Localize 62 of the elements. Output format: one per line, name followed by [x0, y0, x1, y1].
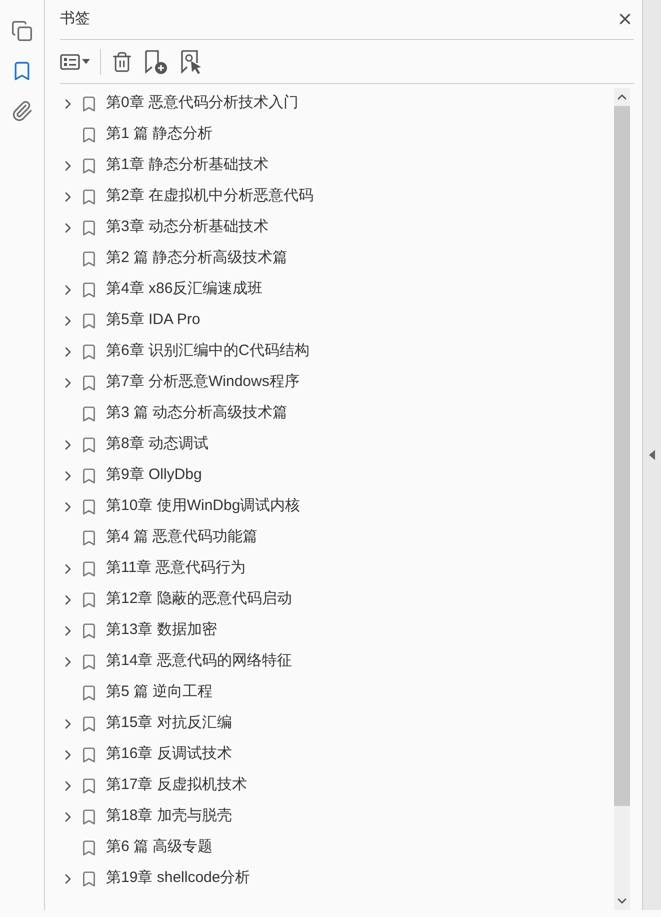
pages-icon[interactable]: [11, 20, 33, 42]
bookmark-icon: [80, 280, 98, 298]
bookmark-item[interactable]: 第4 篇 恶意代码功能篇: [106, 526, 258, 549]
bookmark-item[interactable]: 第7章 分析恶意Windows程序: [106, 371, 300, 394]
scrollbar-thumb[interactable]: [614, 106, 630, 806]
bookmark-icon: [80, 436, 98, 454]
add-bookmark-button[interactable]: [143, 48, 169, 74]
bookmark-icon: [80, 218, 98, 236]
bookmark-icon: [80, 870, 98, 888]
bookmark-item[interactable]: 第19章 shellcode分析: [106, 867, 250, 890]
bookmark-icon: [80, 528, 98, 546]
bookmark-item[interactable]: 第0章 恶意代码分析技术入门: [106, 92, 299, 115]
bookmark-item[interactable]: 第3章 动态分析基础技术: [106, 216, 269, 239]
options-menu-button[interactable]: [60, 54, 90, 70]
bookmark-icon: [80, 466, 98, 484]
bookmark-icon: [80, 312, 98, 330]
bookmark-icon: [80, 776, 98, 794]
bookmark-icon: [80, 94, 98, 112]
bookmark-item[interactable]: 第12章 隐蔽的恶意代码启动: [106, 588, 292, 611]
caret-icon: [82, 59, 90, 64]
bookmark-item[interactable]: 第5章 IDA Pro: [106, 309, 200, 332]
bookmark-item[interactable]: 第15章 对抗反汇编: [106, 712, 232, 735]
bookmark-icon: [80, 250, 98, 268]
bookmark-icon: [80, 188, 98, 206]
bookmark-item[interactable]: 第11章 恶意代码行为: [106, 557, 246, 580]
bookmark-icon: [80, 622, 98, 640]
bookmark-icon: [80, 156, 98, 174]
bookmark-icon: [80, 684, 98, 702]
bookmark-item[interactable]: 第4章 x86反汇编速成班: [106, 278, 263, 301]
bookmark-item[interactable]: 第1章 静态分析基础技术: [106, 154, 269, 177]
bookmark-item[interactable]: 第8章 动态调试: [106, 433, 209, 456]
bookmark-item[interactable]: 第10章 使用WinDbg调试内核: [106, 495, 300, 518]
bookmark-icon: [80, 590, 98, 608]
bookmark-item[interactable]: 第2 篇 静态分析高级技术篇: [106, 247, 288, 270]
bookmark-icon: [80, 498, 98, 516]
bookmark-icon: [80, 652, 98, 670]
bookmark-icon: [80, 838, 98, 856]
bookmark-icon: [80, 126, 98, 144]
collapse-arrow-icon[interactable]: [649, 450, 655, 460]
bookmark-icon: [80, 714, 98, 732]
bookmark-icon: [80, 404, 98, 422]
bookmark-icon: [80, 746, 98, 764]
bookmark-item[interactable]: 第13章 数据加密: [106, 619, 217, 642]
bookmark-icon: [80, 342, 98, 360]
bookmark-item[interactable]: 第16章 反调试技术: [106, 743, 232, 766]
bookmark-item[interactable]: 第17章 反虚拟机技术: [106, 774, 247, 797]
bookmark-icon: [80, 374, 98, 392]
bookmark-item[interactable]: 第14章 恶意代码的网络特征: [106, 650, 292, 673]
bookmark-item[interactable]: 第3 篇 动态分析高级技术篇: [106, 402, 288, 425]
bookmark-icon: [80, 560, 98, 578]
bookmark-item[interactable]: 第9章 OllyDbg: [106, 464, 202, 487]
delete-button[interactable]: [111, 50, 133, 72]
bookmark-icon: [80, 808, 98, 826]
bookmark-item[interactable]: 第18章 加壳与脱壳: [106, 805, 232, 828]
bookmark-item[interactable]: 第5 篇 逆向工程: [106, 681, 213, 704]
close-button[interactable]: ×: [616, 8, 634, 32]
bookmark-item[interactable]: 第1 篇 静态分析: [106, 123, 213, 146]
bookmark-item[interactable]: 第2章 在虚拟机中分析恶意代码: [106, 185, 314, 208]
bookmark-item[interactable]: 第6章 识别汇编中的C代码结构: [106, 340, 310, 363]
bookmark-item[interactable]: 第6 篇 高级专题: [106, 836, 213, 859]
panel-title: 书签: [60, 9, 90, 30]
paperclip-icon[interactable]: [11, 100, 33, 122]
